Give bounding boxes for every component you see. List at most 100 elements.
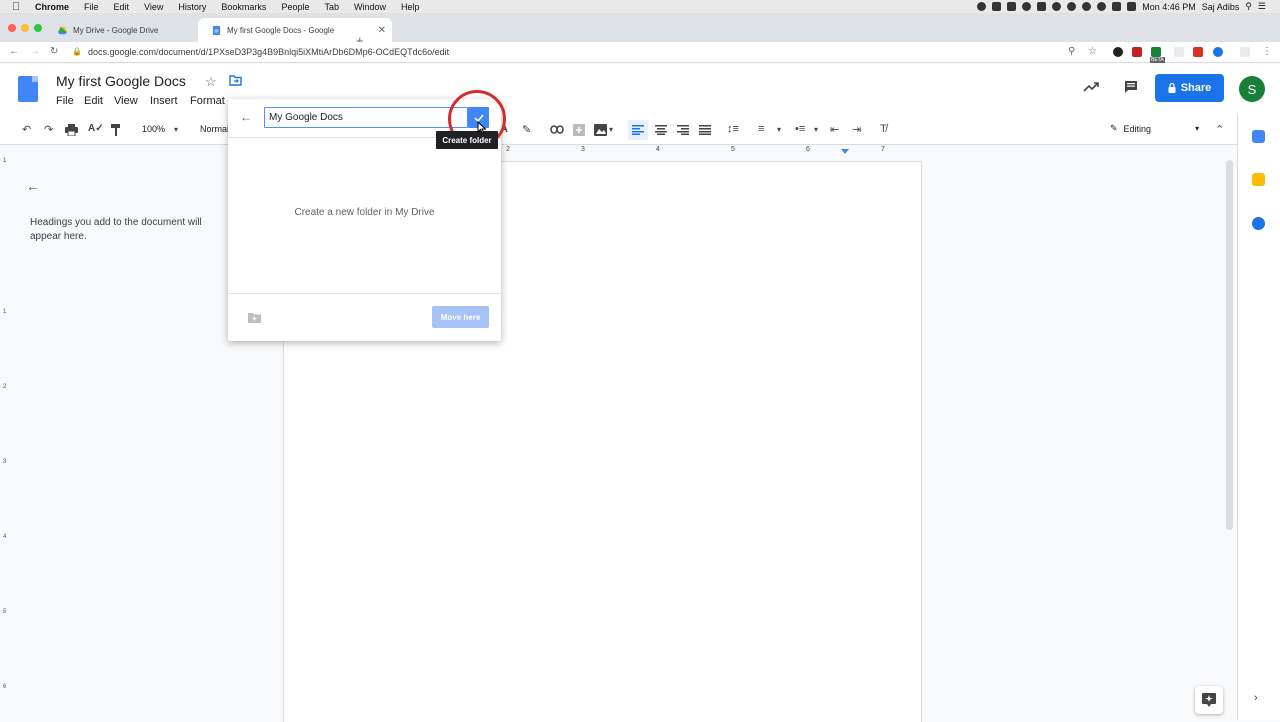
- maximize-window-icon[interactable]: [34, 24, 42, 32]
- share-button[interactable]: Share: [1155, 74, 1224, 102]
- app-tray-icon[interactable]: [1022, 2, 1032, 11]
- menu-people[interactable]: People: [281, 2, 309, 12]
- style-select[interactable]: Normal: [200, 124, 229, 134]
- lock-icon[interactable]: 🔒: [72, 47, 82, 56]
- docs-menu-edit[interactable]: Edit: [84, 95, 103, 107]
- back-icon[interactable]: ←: [9, 46, 19, 57]
- chevron-down-icon[interactable]: ▾: [777, 125, 781, 134]
- link-icon[interactable]: [550, 125, 564, 134]
- forward-icon[interactable]: →: [30, 46, 40, 57]
- app-tray-icon[interactable]: [1067, 2, 1077, 11]
- comments-icon[interactable]: [1124, 80, 1138, 94]
- battery-icon[interactable]: [1127, 2, 1137, 11]
- zoom-search-icon[interactable]: ⚲: [1068, 46, 1075, 57]
- clock[interactable]: Mon 4:46 PM: [1142, 2, 1196, 12]
- highlight-icon[interactable]: ✎: [522, 123, 531, 136]
- vertical-ruler[interactable]: 1 1 2 3 4 5 6: [0, 156, 10, 720]
- extension-icon[interactable]: [1174, 47, 1184, 57]
- reload-icon[interactable]: ↻: [50, 46, 58, 57]
- chrome-menu-icon[interactable]: ⋮: [1262, 46, 1272, 57]
- user-name[interactable]: Saj Adibs: [1202, 2, 1240, 12]
- chevron-right-icon[interactable]: ›: [1254, 692, 1258, 704]
- chevron-down-icon[interactable]: ▾: [814, 125, 818, 134]
- extension-icon[interactable]: [1151, 47, 1161, 57]
- numbered-list-icon[interactable]: ≡: [758, 123, 764, 135]
- docs-menu-insert[interactable]: Insert: [150, 95, 178, 107]
- undo-icon[interactable]: ↶: [22, 123, 31, 136]
- wifi-icon[interactable]: [1097, 2, 1107, 11]
- justify-icon[interactable]: [699, 125, 711, 135]
- align-left-button[interactable]: [628, 120, 648, 140]
- line-spacing-icon[interactable]: ↕≡: [727, 123, 739, 135]
- editing-mode-select[interactable]: ✎ Editing ▾: [1110, 123, 1199, 134]
- menu-tab[interactable]: Tab: [324, 2, 339, 12]
- align-center-icon[interactable]: [655, 125, 667, 135]
- dropbox-icon[interactable]: [1037, 2, 1047, 11]
- back-arrow-icon[interactable]: ←: [240, 110, 252, 124]
- redo-icon[interactable]: ↷: [44, 123, 53, 136]
- close-window-icon[interactable]: [8, 24, 16, 32]
- record-icon[interactable]: [977, 2, 987, 11]
- menu-view[interactable]: View: [144, 2, 163, 12]
- right-indent-marker[interactable]: [841, 149, 849, 154]
- tasks-icon[interactable]: [1252, 217, 1265, 230]
- app-tray-icon[interactable]: [1007, 2, 1017, 11]
- bulleted-list-icon[interactable]: •≡: [795, 123, 805, 135]
- insert-image-icon[interactable]: [594, 124, 607, 136]
- extension-icon[interactable]: [1240, 47, 1250, 57]
- bookmark-star-icon[interactable]: ☆: [1088, 46, 1097, 57]
- align-right-icon[interactable]: [677, 125, 689, 135]
- paint-format-icon[interactable]: [110, 124, 122, 136]
- calendar-icon[interactable]: [1252, 130, 1265, 143]
- menu-help[interactable]: Help: [401, 2, 420, 12]
- chevron-down-icon[interactable]: ▾: [609, 125, 613, 134]
- apple-icon[interactable]: : [12, 1, 26, 13]
- extension-icon[interactable]: [1213, 47, 1223, 57]
- extension-icon[interactable]: [1193, 47, 1203, 57]
- scrollbar[interactable]: [1226, 160, 1233, 530]
- ruler-tick: 3: [3, 459, 7, 465]
- new-folder-name-input[interactable]: [264, 107, 468, 128]
- doc-title[interactable]: My first Google Docs: [56, 73, 186, 89]
- close-tab-icon[interactable]: ✕: [378, 25, 386, 36]
- print-icon[interactable]: [65, 124, 78, 136]
- zoom-select[interactable]: 100%: [142, 124, 165, 134]
- menu-bookmarks[interactable]: Bookmarks: [221, 2, 266, 12]
- google-docs-logo-icon[interactable]: [18, 76, 38, 102]
- docs-menu-format[interactable]: Format: [190, 95, 225, 107]
- app-tray-icon[interactable]: [992, 2, 1002, 11]
- control-center-icon[interactable]: ☰: [1258, 1, 1266, 12]
- chevron-down-icon[interactable]: ▾: [174, 125, 178, 134]
- volume-icon[interactable]: [1112, 2, 1122, 11]
- time-machine-icon[interactable]: [1082, 2, 1092, 11]
- spotlight-icon[interactable]: ⚲: [1245, 1, 1252, 12]
- move-folder-icon[interactable]: [229, 75, 242, 86]
- explore-icon: [1202, 693, 1216, 707]
- add-comment-icon[interactable]: [573, 124, 585, 136]
- spellcheck-icon[interactable]: A✓: [88, 123, 104, 134]
- menu-history[interactable]: History: [178, 2, 206, 12]
- docs-menu-file[interactable]: File: [56, 95, 74, 107]
- menu-edit[interactable]: Edit: [114, 2, 130, 12]
- keep-icon[interactable]: [1252, 173, 1265, 186]
- move-here-button[interactable]: Move here: [432, 306, 489, 328]
- activity-trend-icon[interactable]: [1083, 81, 1100, 92]
- avatar[interactable]: S: [1239, 76, 1265, 102]
- url-input[interactable]: docs.google.com/document/d/1PXseD3P3g4B9…: [88, 47, 449, 57]
- menu-file[interactable]: File: [84, 2, 99, 12]
- app-tray-icon[interactable]: [1052, 2, 1062, 11]
- menu-window[interactable]: Window: [354, 2, 386, 12]
- increase-indent-icon[interactable]: ⇥: [852, 123, 861, 136]
- new-folder-button[interactable]: [241, 306, 267, 328]
- decrease-indent-icon[interactable]: ⇤: [830, 123, 839, 136]
- explore-button[interactable]: [1195, 686, 1223, 714]
- collapse-menus-icon[interactable]: ⌃: [1215, 123, 1224, 136]
- extension-icon[interactable]: [1132, 47, 1142, 57]
- close-outline-icon[interactable]: ←: [26, 178, 40, 194]
- menu-app-name[interactable]: Chrome: [35, 2, 69, 12]
- docs-menu-view[interactable]: View: [114, 95, 138, 107]
- minimize-window-icon[interactable]: [21, 24, 29, 32]
- star-icon[interactable]: ☆: [205, 74, 217, 90]
- clear-formatting-icon[interactable]: T̸: [880, 123, 887, 135]
- extension-icon[interactable]: [1113, 47, 1123, 57]
